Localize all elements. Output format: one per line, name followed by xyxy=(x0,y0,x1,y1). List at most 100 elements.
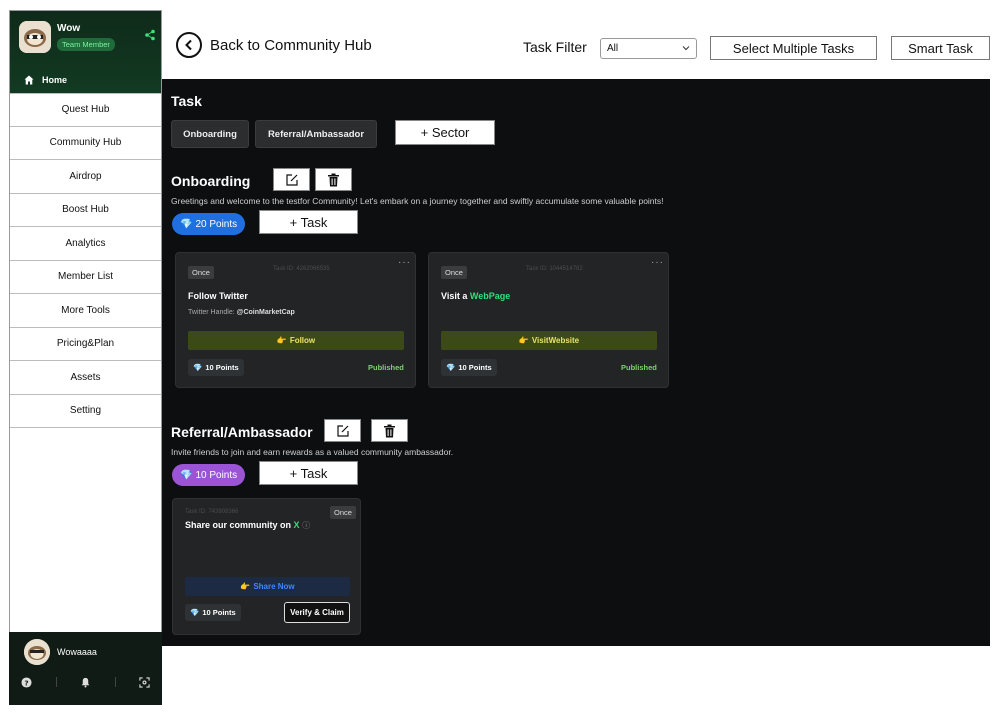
sector-points-badge: 💎 10 Points xyxy=(172,464,246,486)
sidebar-item-boost-hub[interactable]: Boost Hub xyxy=(10,193,161,227)
sidebar-item-airdrop[interactable]: Airdrop xyxy=(10,160,161,194)
x-link[interactable]: X xyxy=(294,520,300,530)
task-points-badge: 💎 10 Points xyxy=(188,359,244,376)
action-label: VisitWebsite xyxy=(531,336,580,345)
info-icon[interactable]: ⓘ xyxy=(302,521,310,530)
tab-onboarding[interactable]: Onboarding xyxy=(171,120,249,148)
sidebar-item-member-list[interactable]: Member List xyxy=(10,260,161,294)
edit-sector-button[interactable] xyxy=(324,419,361,442)
footer-avatar[interactable] xyxy=(24,639,50,665)
user-name: Wow xyxy=(57,23,81,34)
svg-text:?: ? xyxy=(24,678,28,687)
task-subtitle: Twitter Handle: @CoinMarketCap xyxy=(188,309,295,316)
add-task-button[interactable]: + Task xyxy=(259,461,358,485)
sector-points-badge: 💎 20 Points xyxy=(172,213,246,235)
trash-icon xyxy=(328,173,339,186)
home-icon xyxy=(24,75,34,85)
task-title: Follow Twitter xyxy=(188,291,248,301)
select-multiple-tasks-button[interactable]: Select Multiple Tasks xyxy=(710,36,877,60)
avatar-image-icon xyxy=(19,21,51,53)
diamond-icon: 💎 xyxy=(193,363,203,372)
sidebar-item-analytics[interactable]: Analytics xyxy=(10,227,161,261)
trash-icon xyxy=(384,424,395,437)
task-title: Visit a WebPage xyxy=(441,291,510,301)
add-task-button[interactable]: + Task xyxy=(259,210,358,234)
verify-claim-button[interactable]: Verify & Claim xyxy=(284,602,350,623)
avatar-image-icon xyxy=(24,639,50,665)
back-arrow-icon xyxy=(176,32,202,58)
frequency-badge: Once xyxy=(330,506,356,519)
task-points-badge: 💎 10 Points xyxy=(185,604,241,621)
sector-title: Onboarding xyxy=(171,173,251,189)
sidebar-item-pricing-plan[interactable]: Pricing&Plan xyxy=(10,327,161,361)
task-id: Task ID: 4262066535 xyxy=(273,266,330,272)
share-now-button[interactable]: 👉 Share Now xyxy=(185,577,350,596)
title-prefix: Visit a xyxy=(441,291,468,301)
pointing-hand-icon: 👉 xyxy=(240,582,251,591)
webpage-link[interactable]: WebPage xyxy=(470,291,510,301)
tab-referral-ambassador[interactable]: Referral/Ambassador xyxy=(255,120,377,148)
task-filter-label: Task Filter xyxy=(523,39,587,55)
task-points-badge: 💎 10 Points xyxy=(441,359,497,376)
points-label: 10 Points xyxy=(458,363,492,372)
task-card[interactable]: Task ID: 743908366 Once Share our commun… xyxy=(172,498,361,635)
delete-sector-button[interactable] xyxy=(371,419,408,442)
sidebar-item-assets[interactable]: Assets xyxy=(10,361,161,395)
points-label: 10 Points xyxy=(205,363,239,372)
smart-task-button[interactable]: Smart Task xyxy=(891,36,990,60)
sector-title: Referral/Ambassador xyxy=(171,424,313,440)
frequency-badge: Once xyxy=(441,266,467,279)
more-options-icon[interactable]: ··· xyxy=(651,257,664,268)
back-label: Back to Community Hub xyxy=(210,36,372,54)
task-filter-value: All xyxy=(607,43,619,54)
status-badge: Published xyxy=(621,363,657,372)
edit-icon xyxy=(336,424,349,437)
sidebar-item-community-hub[interactable]: Community Hub xyxy=(10,126,161,160)
subtitle-label: Twitter Handle: xyxy=(188,309,235,316)
follow-button[interactable]: 👉 Follow xyxy=(188,331,404,350)
avatar[interactable] xyxy=(19,21,51,53)
divider xyxy=(114,677,116,687)
delete-sector-button[interactable] xyxy=(315,168,352,191)
divider xyxy=(55,677,57,687)
sidebar: Wow Team Member Home Quest Hub Community… xyxy=(9,10,162,705)
sector-description: Invite friends to join and earn rewards … xyxy=(171,447,454,457)
sidebar-item-quest-hub[interactable]: Quest Hub xyxy=(10,93,161,127)
bell-icon[interactable] xyxy=(80,676,92,688)
action-label: Follow xyxy=(289,336,316,345)
task-filter-select[interactable]: All xyxy=(600,38,697,59)
app-root: Wow Team Member Home Quest Hub Community… xyxy=(0,0,998,713)
sidebar-item-home[interactable]: Home xyxy=(10,69,161,91)
footer-icons: ? xyxy=(9,676,162,688)
sidebar-item-setting[interactable]: Setting xyxy=(10,394,161,428)
points-label: 20 Points xyxy=(195,218,238,230)
back-to-community-hub-button[interactable]: Back to Community Hub xyxy=(176,32,372,58)
task-id: Task ID: 743908366 xyxy=(185,509,239,515)
action-label: Share Now xyxy=(253,582,295,591)
points-label: 10 Points xyxy=(202,608,236,617)
pointing-hand-icon: 👉 xyxy=(276,336,287,345)
visit-website-button[interactable]: 👉 VisitWebsite xyxy=(441,331,657,350)
sidebar-item-more-tools[interactable]: More Tools xyxy=(10,294,161,328)
share-icon[interactable] xyxy=(144,29,156,41)
pointing-hand-icon: 👉 xyxy=(518,336,529,345)
edit-icon xyxy=(285,173,298,186)
more-options-icon[interactable]: ··· xyxy=(398,257,411,268)
diamond-icon: 💎 xyxy=(190,608,200,617)
title-prefix: Share our community on xyxy=(185,520,292,530)
role-badge: Team Member xyxy=(57,38,115,51)
sidebar-footer: Wowaaaa ? xyxy=(9,632,162,705)
diamond-icon: 💎 xyxy=(446,363,456,372)
diamond-icon: 💎 xyxy=(180,218,193,230)
edit-sector-button[interactable] xyxy=(273,168,310,191)
sidebar-item-label: Home xyxy=(42,75,68,85)
add-sector-button[interactable]: + Sector xyxy=(395,120,495,145)
footer-user-name: Wowaaaa xyxy=(57,647,97,657)
task-card[interactable]: Once Task ID: 4262066535 ··· Follow Twit… xyxy=(175,252,416,388)
sector-description: Greetings and welcome to the testfor Com… xyxy=(171,196,664,206)
scan-icon[interactable] xyxy=(139,676,151,688)
twitter-handle: @CoinMarketCap xyxy=(236,309,295,316)
help-icon[interactable]: ? xyxy=(21,676,33,688)
task-card[interactable]: Once Task ID: 1044514782 ··· Visit a Web… xyxy=(428,252,669,388)
diamond-icon: 💎 xyxy=(180,469,193,481)
